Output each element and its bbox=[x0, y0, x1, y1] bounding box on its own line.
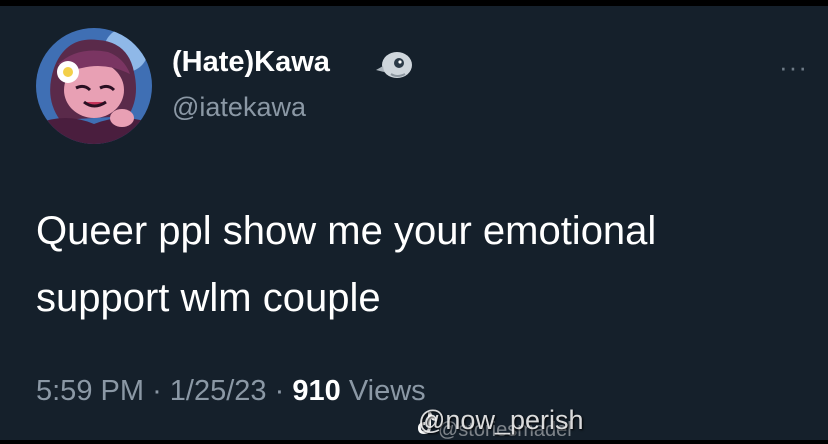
avatar[interactable] bbox=[36, 28, 152, 144]
more-options-icon[interactable]: ··· bbox=[779, 54, 808, 80]
meta-separator: · bbox=[274, 375, 285, 407]
tweet-meta: 5:59 PM · 1/25/23 · 910 Views bbox=[36, 375, 426, 408]
tweet-time[interactable]: 5:59 PM bbox=[36, 375, 144, 407]
watermark-text: @now_perish bbox=[418, 405, 584, 435]
meta-separator: · bbox=[152, 375, 162, 407]
bird-skull-icon bbox=[375, 48, 415, 82]
tweet-text: Queer ppl show me your emotional support… bbox=[36, 209, 657, 320]
tweet-card: (Hate)Kawa @iatekawa ··· Queer ppl show … bbox=[0, 6, 828, 440]
author-handle[interactable]: @iatekawa bbox=[172, 92, 306, 123]
views-label[interactable]: Views bbox=[349, 375, 426, 407]
author-display-name[interactable]: (Hate)Kawa bbox=[172, 46, 330, 79]
cartoon-avatar-icon bbox=[36, 28, 152, 144]
views-count[interactable]: 910 bbox=[292, 375, 340, 407]
tweet-date[interactable]: 1/25/23 bbox=[170, 375, 267, 407]
